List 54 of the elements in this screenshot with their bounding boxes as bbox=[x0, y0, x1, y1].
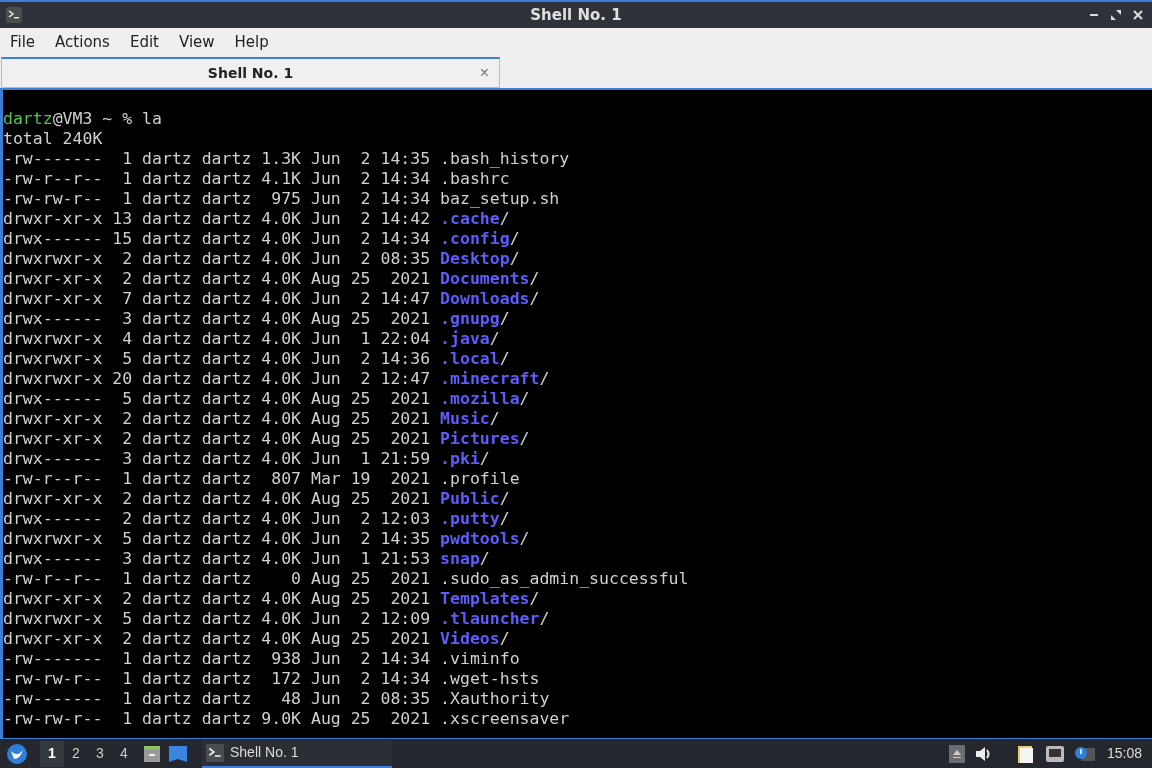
maximize-icon[interactable] bbox=[1110, 9, 1122, 21]
file-cabinet-icon[interactable] bbox=[142, 743, 162, 764]
listing-line: drwxr-xr-x 2 dartz dartz 4.0K Aug 25 2021 Pictures/ bbox=[3, 429, 530, 449]
prompt-line: dartz@VM3 ~ % la bbox=[3, 109, 162, 129]
listing-line: -rw-rw-r-- 1 dartz dartz 9.0K Aug 25 2021 .xscreensaver bbox=[3, 709, 570, 729]
menu-item[interactable]: File bbox=[10, 30, 36, 54]
window-title: Shell No. 1 bbox=[530, 4, 622, 26]
listing-line: -rw-rw-r-- 1 dartz dartz 172 Jun 2 14:34 .wget-hsts bbox=[3, 669, 540, 689]
listing-line: drwxrwxr-x 5 dartz dartz 4.0K Jun 2 14:35 pwdtools/ bbox=[3, 529, 530, 549]
listing-line: -rw------- 1 dartz dartz 938 Jun 2 14:34 .viminfo bbox=[3, 649, 520, 669]
menu-item[interactable]: Actions bbox=[55, 30, 110, 54]
menu-item[interactable]: Help bbox=[234, 30, 269, 54]
clipboard-icon[interactable] bbox=[1016, 743, 1035, 764]
listing-line: drwxr-xr-x 2 dartz dartz 4.0K Aug 25 2021 Music/ bbox=[3, 409, 500, 429]
close-icon[interactable] bbox=[1132, 9, 1144, 21]
listing-line: drwxr-xr-x 2 dartz dartz 4.0K Aug 25 2021 Public/ bbox=[3, 489, 510, 509]
listing-line: drwxr-xr-x 7 dartz dartz 4.0K Jun 2 14:47 Downloads/ bbox=[3, 289, 540, 309]
listing-line: drwx------ 5 dartz dartz 4.0K Aug 25 2021 .mozilla/ bbox=[3, 389, 530, 409]
tab[interactable]: Shell No. 1 × bbox=[1, 57, 500, 88]
terminal-icon bbox=[206, 743, 224, 762]
listing-line: drwxrwxr-x 5 dartz dartz 4.0K Jun 2 12:09 .tlauncher/ bbox=[3, 609, 550, 629]
menu-item[interactable]: View bbox=[178, 30, 215, 54]
listing-line: drwxrwxr-x 20 dartz dartz 4.0K Jun 2 12:47 .minecraft/ bbox=[3, 369, 550, 389]
listing-line: -rw-r--r-- 1 dartz dartz 807 Mar 19 2021 .profile bbox=[3, 469, 520, 489]
listing-line: drwx------ 2 dartz dartz 4.0K Jun 2 12:03 .putty/ bbox=[3, 509, 510, 529]
workspace-button[interactable]: 4 bbox=[112, 740, 136, 767]
start-menu-icon[interactable] bbox=[6, 742, 28, 765]
listing-line: drwx------ 3 dartz dartz 4.0K Aug 25 2021 .gnupg/ bbox=[3, 309, 510, 329]
listing-line: -rw------- 1 dartz dartz 48 Jun 2 08:35 .Xauthority bbox=[3, 689, 550, 709]
desktop-icon[interactable] bbox=[168, 744, 188, 763]
listing-line: drwxr-xr-x 13 dartz dartz 4.0K Jun 2 14:42 .cache/ bbox=[3, 209, 510, 229]
terminal-icon bbox=[6, 7, 22, 23]
terminal-line: total 240K bbox=[3, 129, 103, 149]
listing-line: drwxr-xr-x 2 dartz dartz 4.0K Aug 25 2021 Documents/ bbox=[3, 269, 540, 289]
workspace-button[interactable]: 3 bbox=[88, 740, 112, 767]
workspace-button[interactable]: 2 bbox=[64, 740, 88, 767]
clock[interactable]: 15:08 bbox=[1106, 743, 1142, 764]
notification-icon[interactable] bbox=[1074, 744, 1095, 763]
listing-line: drwxr-xr-x 2 dartz dartz 4.0K Aug 25 2021 Templates/ bbox=[3, 589, 540, 609]
listing-line: drwxrwxr-x 2 dartz dartz 4.0K Jun 2 08:35 Desktop/ bbox=[3, 249, 520, 269]
listing-line: drwxr-xr-x 2 dartz dartz 4.0K Aug 25 2021 Videos/ bbox=[3, 629, 510, 649]
listing-line: drwx------ 3 dartz dartz 4.0K Jun 1 21:59 .pki/ bbox=[3, 449, 490, 469]
listing-line: -rw-r--r-- 1 dartz dartz 0 Aug 25 2021 .sudo_as_admin_successful bbox=[3, 569, 689, 589]
menu-item[interactable]: Edit bbox=[129, 30, 159, 54]
listing-line: drwxrwxr-x 5 dartz dartz 4.0K Jun 2 14:36 .local/ bbox=[3, 349, 510, 369]
listing-line: -rw-r--r-- 1 dartz dartz 4.1K Jun 2 14:34 .bashrc bbox=[3, 169, 510, 189]
task-button[interactable]: Shell No. 1 bbox=[202, 739, 392, 768]
listing-line: drwx------ 15 dartz dartz 4.0K Jun 2 14:34 .config/ bbox=[3, 229, 520, 249]
listing-line: drwxrwxr-x 4 dartz dartz 4.0K Jun 1 22:04 .java/ bbox=[3, 329, 500, 349]
listing-line: drwx------ 3 dartz dartz 4.0K Jun 1 21:53 snap/ bbox=[3, 549, 490, 569]
workspace-button[interactable]: 1 bbox=[40, 740, 64, 767]
listing-line: -rw-rw-r-- 1 dartz dartz 975 Jun 2 14:34 baz_setup.sh bbox=[3, 189, 560, 209]
tab-close-button[interactable]: × bbox=[479, 65, 489, 81]
listing-line: -rw------- 1 dartz dartz 1.3K Jun 2 14:35 .bash_history bbox=[3, 149, 570, 169]
